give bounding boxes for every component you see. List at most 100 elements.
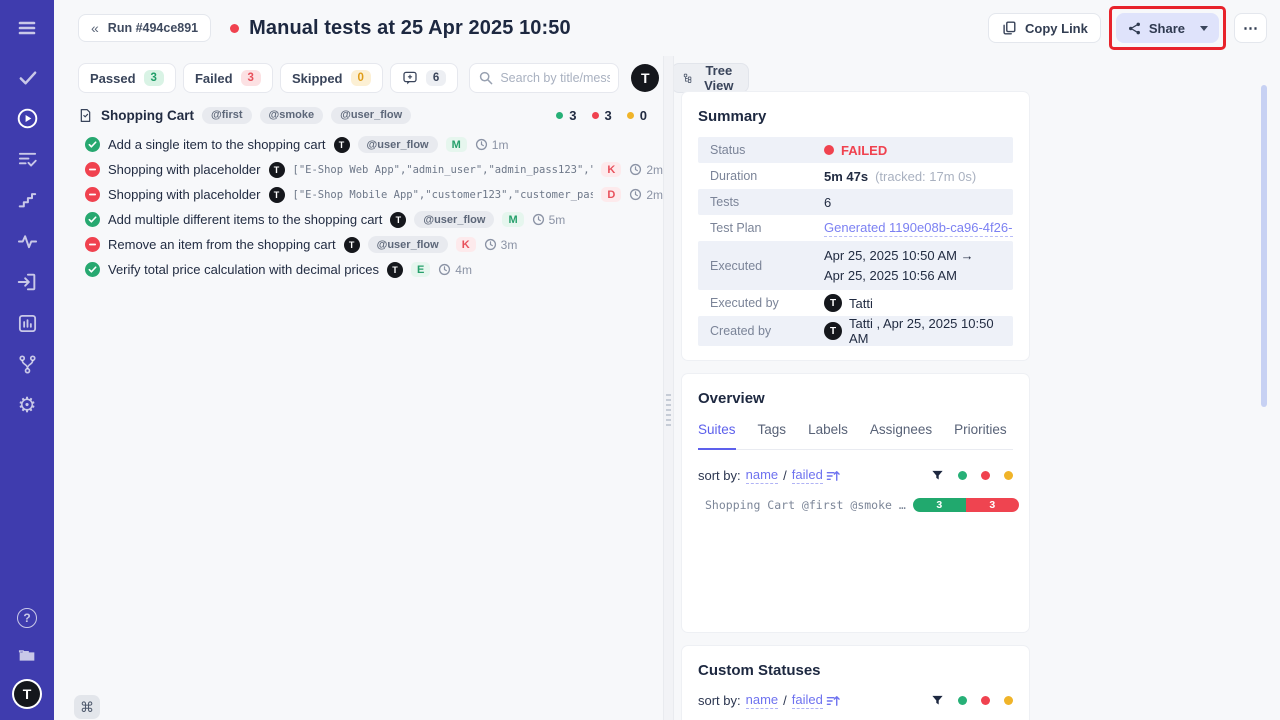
test-duration: 2m [629, 163, 663, 177]
keyboard-shortcuts-button[interactable]: ⌘ [74, 695, 100, 719]
sort-direction-icon[interactable] [826, 469, 840, 483]
analytics-chart-icon[interactable] [14, 310, 40, 336]
share-annotation-box: Share [1109, 6, 1226, 50]
overview-tabs: Suites Tags Labels Assignees Priorities [698, 422, 1013, 450]
panel-scrollbar-thumb[interactable] [1261, 85, 1267, 407]
test-plan-link[interactable]: Generated 1190e08b-ca96-4f26-b10f-d6dc… [824, 220, 1013, 237]
sidebar-bottom: T [14, 605, 40, 707]
steps-icon[interactable] [14, 187, 40, 213]
sort-by-name-link[interactable]: name [746, 467, 779, 484]
skipped-count-badge: 0 [351, 70, 371, 86]
sort-direction-icon[interactable] [826, 694, 840, 708]
suite-counts: 3 3 0 [556, 108, 647, 123]
test-plans-list-check-icon[interactable] [14, 146, 40, 172]
projects-folder-icon[interactable] [14, 643, 40, 669]
priority-badge: M [446, 137, 467, 152]
passed-count-badge: 3 [144, 70, 164, 86]
branch-icon[interactable] [14, 351, 40, 377]
tab-priorities[interactable]: Priorities [954, 422, 1007, 449]
test-row[interactable]: Shopping with placeholder T ["E-Shop Web… [78, 157, 663, 182]
test-row[interactable]: Remove an item from the shopping cart T … [78, 232, 663, 257]
assignee-avatar: T [387, 262, 403, 278]
assignee-avatar: T [390, 212, 406, 228]
overview-suite-row[interactable]: Shopping Cart @first @smoke … 3 3 [698, 498, 1013, 512]
sort-by-failed-link[interactable]: failed [792, 467, 823, 484]
overview-title: Overview [698, 390, 1013, 407]
skipped-filter-dot[interactable] [1004, 471, 1013, 480]
skipped-label: Skipped [292, 71, 343, 86]
skipped-filter-dot[interactable] [1004, 696, 1013, 705]
copy-link-button[interactable]: Copy Link [988, 13, 1101, 43]
failed-segment: 3 [966, 498, 1019, 512]
search-icon [478, 70, 494, 86]
test-tag[interactable]: @user_flow [358, 136, 438, 153]
test-title: Verify total price calculation with deci… [108, 262, 379, 277]
tab-suites[interactable]: Suites [698, 422, 736, 450]
account-avatar[interactable]: T [14, 681, 40, 707]
filter-funnel-icon[interactable] [931, 469, 944, 482]
splitter-drag-handle[interactable] [666, 394, 671, 428]
test-example-args: ["E-Shop Web App","admin_user","admin_pa… [293, 164, 594, 176]
run-back-button[interactable]: « Run #494ce891 [78, 14, 211, 42]
test-duration: 5m [532, 213, 566, 227]
filter-funnel-icon[interactable] [931, 694, 944, 707]
failed-filter-dot[interactable] [981, 696, 990, 705]
created-by-value: Tatti , Apr 25, 2025 10:50 AM [849, 316, 1013, 346]
sidebar-nav [14, 64, 40, 418]
help-icon[interactable] [14, 605, 40, 631]
menu-icon[interactable] [14, 15, 40, 41]
failed-label: Failed [195, 71, 233, 86]
runs-play-circle-icon[interactable] [14, 105, 40, 131]
sort-by-failed-link[interactable]: failed [792, 692, 823, 709]
panel-splitter [663, 56, 674, 720]
settings-gear-icon[interactable] [14, 392, 40, 418]
document-icon [78, 108, 93, 123]
test-duration: 1m [475, 138, 509, 152]
assignee-avatar[interactable]: T [631, 64, 659, 92]
clock-icon [532, 213, 545, 226]
suite-skipped-count: 0 [640, 108, 647, 123]
sort-by-name-link[interactable]: name [746, 692, 779, 709]
import-sign-in-icon[interactable] [14, 269, 40, 295]
tab-assignees[interactable]: Assignees [870, 422, 932, 449]
tab-labels[interactable]: Labels [808, 422, 848, 449]
passed-label: Passed [90, 71, 136, 86]
comment-plus-icon [402, 70, 418, 86]
tracked-duration: (tracked: 17m 0s) [875, 169, 976, 184]
filter-passed[interactable]: Passed 3 [78, 63, 176, 93]
tab-tags[interactable]: Tags [758, 422, 787, 449]
filter-skipped[interactable]: Skipped 0 [280, 63, 383, 93]
suite-tag[interactable]: @smoke [260, 107, 324, 124]
custom-statuses-sort-row: sort by: name / failed [698, 692, 1013, 709]
pulse-activity-icon[interactable] [14, 228, 40, 254]
executed-from: Apr 25, 2025 10:50 AM → [824, 248, 974, 263]
suite-tag[interactable]: @first [202, 107, 252, 124]
test-title: Shopping with placeholder [108, 187, 261, 202]
suite-tag[interactable]: @user_flow [331, 107, 411, 124]
passed-filter-dot[interactable] [958, 471, 967, 480]
executed-to: Apr 25, 2025 10:56 AM [824, 268, 957, 283]
summary-table: Status FAILED Duration 5m 47s (tracked: … [698, 137, 1013, 346]
test-row[interactable]: Verify total price calculation with deci… [78, 257, 663, 282]
clock-icon [484, 238, 497, 251]
test-tag[interactable]: @user_flow [414, 211, 494, 228]
passed-check-icon [85, 137, 100, 152]
summary-title: Summary [698, 108, 1013, 125]
filter-comments[interactable]: 6 [390, 63, 458, 93]
test-row[interactable]: Shopping with placeholder T ["E-Shop Mob… [78, 182, 663, 207]
user-avatar: T [824, 322, 842, 340]
failed-minus-icon [85, 187, 100, 202]
more-options-button[interactable]: ⋯ [1234, 13, 1267, 43]
test-row[interactable]: Add a single item to the shopping cart T… [78, 132, 663, 157]
chevron-down-icon [1200, 26, 1208, 31]
test-row[interactable]: Add multiple different items to the shop… [78, 207, 663, 232]
passed-filter-dot[interactable] [958, 696, 967, 705]
test-tag[interactable]: @user_flow [368, 236, 448, 253]
filter-failed[interactable]: Failed 3 [183, 63, 273, 93]
failed-filter-dot[interactable] [981, 471, 990, 480]
share-button[interactable]: Share [1116, 13, 1219, 43]
custom-statuses-filter-toggles [931, 694, 1013, 707]
suite-header[interactable]: Shopping Cart @first @smoke @user_flow 3… [78, 103, 663, 127]
tests-check-icon[interactable] [14, 64, 40, 90]
status-badge: FAILED [824, 143, 887, 158]
